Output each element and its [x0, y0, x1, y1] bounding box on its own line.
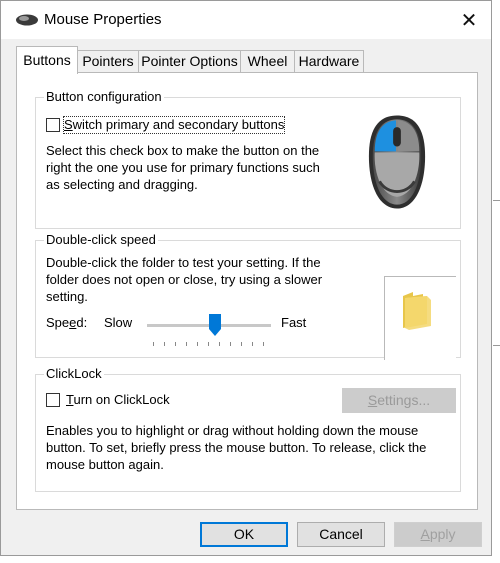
test-folder-area[interactable]	[384, 276, 456, 360]
slider-tick	[263, 342, 264, 346]
tab-label: Buttons	[23, 52, 71, 68]
tab-hardware[interactable]: Hardware	[294, 50, 364, 73]
close-button[interactable]: ✕	[447, 1, 491, 39]
clicklock-settings-button[interactable]: Settings...	[342, 388, 456, 413]
slow-label: Slow	[104, 315, 133, 330]
background-fragment	[493, 345, 500, 355]
apply-button[interactable]: Apply	[394, 522, 482, 547]
label-text: Spe	[46, 315, 70, 330]
switch-buttons-description: Select this check box to make the button…	[46, 143, 320, 192]
clicklock-group: ClickLock Turn on ClickLock Settings... …	[35, 366, 461, 492]
title-bar: Mouse Properties ✕	[1, 1, 491, 39]
slider-ticks	[153, 342, 265, 348]
slider-tick	[186, 342, 187, 346]
tab-pointer-options[interactable]: Pointer Options	[138, 50, 241, 73]
mouse-icon	[16, 14, 38, 26]
slider-tick	[252, 342, 253, 346]
window-title: Mouse Properties	[44, 11, 162, 28]
group-title: ClickLock	[44, 366, 104, 382]
label-text: d:	[76, 315, 88, 330]
cancel-button[interactable]: Cancel	[297, 522, 385, 547]
background-fragment	[493, 200, 500, 212]
clicklock-label[interactable]: Turn on ClickLock	[66, 392, 170, 408]
group-title: Double-click speed	[44, 232, 158, 248]
slider-tick	[164, 342, 165, 346]
slider-tick	[197, 342, 198, 346]
slider-tick	[153, 342, 154, 346]
clicklock-checkbox[interactable]	[46, 393, 60, 407]
tab-pointers[interactable]: Pointers	[77, 50, 139, 73]
button-label: Cancel	[319, 526, 363, 542]
speed-slider-thumb[interactable]	[209, 314, 222, 336]
slider-tick	[219, 342, 220, 346]
tab-buttons[interactable]: Buttons	[16, 46, 78, 74]
mnemonic: S	[367, 392, 378, 408]
tab-label: Pointer Options	[141, 53, 238, 69]
button-label: pply	[429, 526, 456, 542]
close-icon: ✕	[460, 9, 478, 32]
slider-tick	[241, 342, 242, 346]
double-click-speed-group: Double-click speed Double-click the fold…	[35, 232, 461, 360]
switch-buttons-label[interactable]: Switch primary and secondary buttons	[62, 116, 286, 134]
mnemonic: S	[64, 117, 73, 132]
speed-label: Speed:	[46, 315, 87, 331]
folder-icon[interactable]	[401, 289, 433, 331]
slider-tick	[208, 342, 209, 346]
label-text: urn on ClickLock	[73, 392, 170, 407]
ok-button[interactable]: OK	[200, 522, 288, 547]
mouse-illustration-icon	[368, 115, 426, 209]
double-click-description: Double-click the folder to test your set…	[46, 255, 323, 304]
clicklock-description: Enables you to highlight or drag without…	[46, 423, 427, 472]
button-label: ettings...	[377, 392, 431, 408]
tab-wheel[interactable]: Wheel	[240, 50, 295, 73]
tab-label: Wheel	[247, 53, 288, 69]
mouse-properties-dialog: Mouse Properties ✕ Buttons Pointers Poin…	[0, 0, 492, 556]
mnemonic: A	[420, 526, 430, 542]
slider-tick	[230, 342, 231, 346]
tab-panel-buttons: Button configuration Switch primary and …	[16, 72, 478, 510]
button-label: OK	[233, 526, 255, 542]
label-text: witch primary and secondary buttons	[72, 117, 285, 132]
fast-label: Fast	[281, 315, 307, 330]
group-title: Button configuration	[44, 89, 164, 105]
tab-label: Pointers	[82, 53, 134, 69]
slider-tick	[175, 342, 176, 346]
button-configuration-group: Button configuration Switch primary and …	[35, 89, 461, 229]
tab-label: Hardware	[298, 53, 360, 69]
switch-buttons-checkbox[interactable]	[46, 118, 60, 132]
